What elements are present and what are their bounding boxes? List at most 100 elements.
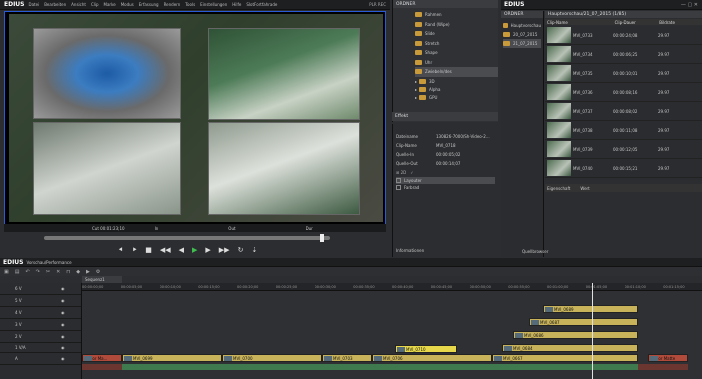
menu-item[interactable]: Einstellungen xyxy=(200,2,227,7)
source-clip-row[interactable]: MVI_0733 00:00:24;08 29.97 xyxy=(545,26,702,45)
loop-icon[interactable]: ↻ xyxy=(238,246,244,254)
source-clip-row[interactable]: MVI_0736 00:00:08;16 29.97 xyxy=(545,83,702,102)
insert-icon[interactable]: ⇣ xyxy=(251,246,257,254)
playhead[interactable] xyxy=(592,283,593,379)
effect-item[interactable]: Stretch xyxy=(415,39,498,49)
menu-item[interactable]: Clip xyxy=(91,2,99,7)
cut-icon[interactable]: ✂ xyxy=(46,269,50,275)
new-seq-icon[interactable]: ▤ xyxy=(15,269,20,275)
window-controls-icon[interactable]: — ▢ ✕ xyxy=(681,2,698,8)
effect-item[interactable]: Rahmen xyxy=(415,10,498,20)
timeline-clip[interactable]: MVI_0706 xyxy=(372,354,492,362)
eye-icon[interactable]: ◉ xyxy=(61,345,65,350)
eye-icon[interactable]: ◉ xyxy=(61,322,65,327)
audio-track-b[interactable] xyxy=(122,364,638,370)
effect-item[interactable]: Slide xyxy=(415,29,498,39)
menu-item[interactable]: Marke xyxy=(104,2,116,7)
timeline-clip[interactable]: MVI_0667 xyxy=(492,354,638,362)
timeline-clip[interactable]: MVI_0710 xyxy=(395,345,457,353)
step-fwd-icon[interactable]: ▶ xyxy=(205,246,210,254)
timeline-clip[interactable]: MVI_0699 xyxy=(122,354,222,362)
eye-icon[interactable]: ◉ xyxy=(61,298,65,303)
menu-item[interactable]: Erfassung xyxy=(139,2,159,7)
timeline-clip[interactable]: Color Matte xyxy=(648,354,688,362)
property-tab[interactable]: Wert xyxy=(580,186,589,191)
timeline-clip[interactable]: MVI_0689 xyxy=(543,305,638,313)
timeline-clip[interactable]: MVI_0703 xyxy=(322,354,372,362)
layer-item[interactable]: Farbrad xyxy=(396,184,495,191)
track-area[interactable]: MVI_0689 MVI_0687 MVI_0686 MVI_0684 MVI_… xyxy=(82,283,702,379)
source-clip-row[interactable]: MVI_0735 00:00:10;01 29.97 xyxy=(545,64,702,83)
effect-tab[interactable]: Effekt xyxy=(392,112,498,121)
effect-tree-item[interactable]: ▸ 3D xyxy=(415,78,498,86)
effect-tree-item[interactable]: ▸ Alpha xyxy=(415,86,498,94)
rewind-icon[interactable]: ◀◀ xyxy=(160,246,171,254)
effect-tree-item[interactable]: ▸ GPU xyxy=(415,94,498,102)
sequence-tab[interactable]: Sequenz1 xyxy=(82,276,122,283)
eye-icon[interactable]: ◉ xyxy=(61,334,65,339)
time-ruler[interactable]: 00:00:00;00 00:00:05;00 00:00:10;00 00:00:1… xyxy=(82,283,702,291)
track-header[interactable]: 1 V/A ◉ xyxy=(0,343,81,353)
timeline-clip[interactable]: MVI_0684 xyxy=(502,344,638,352)
track-header[interactable]: 3 V ◉ xyxy=(0,319,81,331)
checkbox[interactable] xyxy=(396,178,401,183)
effect-item[interactable]: Zwiebeln/des xyxy=(415,67,498,77)
menu-item[interactable]: Hilfe xyxy=(232,2,241,7)
settings-icon[interactable]: ⚙ xyxy=(96,269,100,275)
column-header[interactable]: Clip-Dauer xyxy=(613,20,658,25)
layer-item[interactable]: Layouter xyxy=(396,177,495,184)
source-browser-tab[interactable]: Quellbrowser xyxy=(522,249,548,254)
effect-item[interactable]: Shape xyxy=(415,48,498,58)
source-clip-row[interactable]: MVI_0739 00:00:12;05 29.97 xyxy=(545,140,702,159)
snap-icon[interactable]: ⊓ xyxy=(66,269,70,275)
source-folder[interactable]: 20_07_2015 xyxy=(503,30,541,39)
set-out-icon[interactable]: ⯈ xyxy=(132,246,138,255)
ffwd-icon[interactable]: ▶▶ xyxy=(219,246,230,254)
source-clip-row[interactable]: MVI_0738 00:00:11;08 29.97 xyxy=(545,121,702,140)
track-header[interactable]: 4 V ◉ xyxy=(0,307,81,319)
scrub-handle[interactable] xyxy=(320,234,324,242)
source-clip-row[interactable]: MVI_0740 00:00:15;21 29.97 xyxy=(545,159,702,178)
scrub-bar[interactable] xyxy=(44,234,330,242)
redo-icon[interactable]: ↷ xyxy=(36,269,40,275)
step-back-icon[interactable]: ◀ xyxy=(179,246,184,254)
track-header[interactable]: 2 V ◉ xyxy=(0,331,81,343)
menu-item[interactable]: Tools xyxy=(185,2,195,7)
menu-item[interactable]: Bearbeiten xyxy=(44,2,66,7)
timeline-clip[interactable]: MVI_0700 xyxy=(222,354,322,362)
delete-icon[interactable]: ✕ xyxy=(56,269,60,275)
property-tab[interactable]: Eigenschaft xyxy=(547,186,570,191)
timeline-clip[interactable]: MVI_0687 xyxy=(529,318,638,326)
track-header[interactable]: A ◉ xyxy=(0,353,81,365)
track-header[interactable]: 5 V ◉ xyxy=(0,295,81,307)
timeline-clip[interactable]: MVI_0686 xyxy=(513,331,638,339)
column-header[interactable]: Bildrate xyxy=(657,20,702,25)
source-clip-row[interactable]: MVI_0734 00:00:06;25 29.97 xyxy=(545,45,702,64)
info-tab[interactable]: Informationen xyxy=(396,248,424,253)
play-icon[interactable]: ▶ xyxy=(192,246,197,254)
column-header[interactable]: Clip-Name xyxy=(545,20,613,25)
eye-icon[interactable]: ◉ xyxy=(61,310,65,315)
menu-item[interactable]: SlotFortfahrade xyxy=(246,2,277,7)
checkbox[interactable] xyxy=(396,185,401,190)
marker-icon[interactable]: ◆ xyxy=(76,269,80,275)
render-icon[interactable]: ▶ xyxy=(86,269,90,275)
track-header[interactable]: 6 V ◉ xyxy=(0,283,81,295)
effect-item[interactable]: Uhr xyxy=(415,58,498,68)
effect-item[interactable]: Rand (Wipe) xyxy=(415,20,498,30)
menu-item[interactable]: Ansicht xyxy=(71,2,86,7)
undo-icon[interactable]: ↶ xyxy=(25,269,29,275)
timeline-clip[interactable]: Color Ma... xyxy=(82,354,122,362)
menu-item[interactable]: Modus xyxy=(121,2,134,7)
folder-icon xyxy=(415,21,422,27)
eye-icon[interactable]: ◉ xyxy=(61,356,65,361)
mode-icon[interactable]: ▣ xyxy=(4,269,9,275)
menu-item[interactable]: Rendern xyxy=(164,2,181,7)
set-in-icon[interactable]: ⯇ xyxy=(118,246,124,255)
stop-icon[interactable]: ■ xyxy=(145,246,152,254)
menu-item[interactable]: Datei xyxy=(29,2,40,7)
source-folder[interactable]: 21_07_2015 xyxy=(503,39,541,48)
source-folder[interactable]: Hauptvorschau xyxy=(503,21,541,30)
source-clip-row[interactable]: MVI_0737 00:00:08;02 29.97 xyxy=(545,102,702,121)
eye-icon[interactable]: ◉ xyxy=(61,286,65,291)
